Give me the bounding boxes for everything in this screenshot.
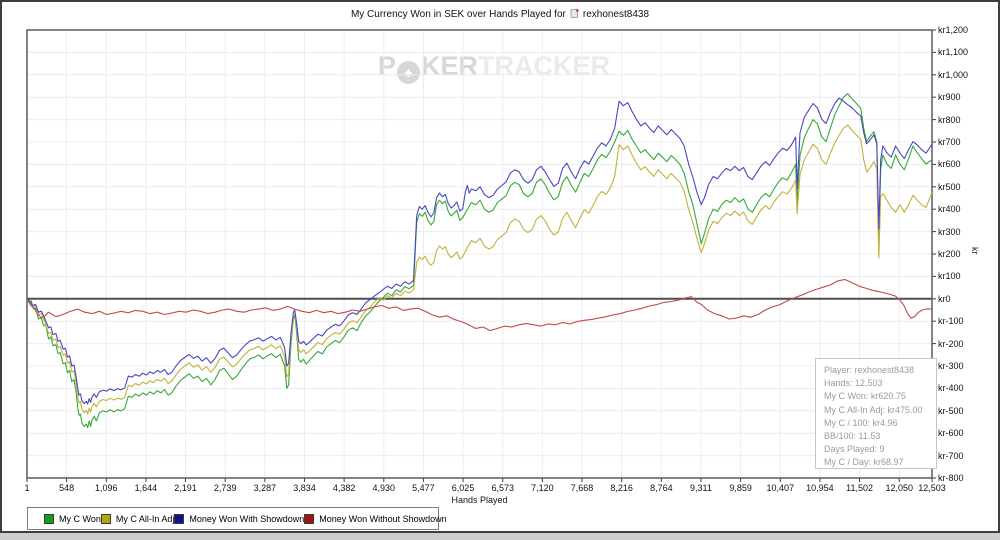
session-stats-box: Player: rexhonest8438 Hands: 12,503 My C… bbox=[815, 358, 937, 469]
x-tick-label: 2,739 bbox=[214, 483, 237, 493]
x-tick-label: 8,216 bbox=[610, 483, 633, 493]
stat-hands: Hands: 12,503 bbox=[824, 377, 936, 390]
x-tick-label: 1 bbox=[24, 483, 29, 493]
series-line-money-won-without-showdown bbox=[27, 280, 932, 331]
x-tick-label: 1,096 bbox=[95, 483, 118, 493]
x-tick-label: 2,191 bbox=[174, 483, 197, 493]
y-tick-label: kr800 bbox=[938, 115, 961, 125]
x-tick-label: 12,050 bbox=[885, 483, 913, 493]
x-tick-label: 6,025 bbox=[452, 483, 475, 493]
x-tick-label: 7,120 bbox=[531, 483, 554, 493]
legend-label: My C All-In Adj bbox=[116, 514, 175, 524]
x-tick-label: 12,503 bbox=[918, 483, 946, 493]
my-c-won-swatch bbox=[44, 514, 54, 524]
y-tick-label: kr900 bbox=[938, 92, 961, 102]
y-tick-label: kr700 bbox=[938, 137, 961, 147]
all-in-adj-swatch bbox=[101, 514, 111, 524]
stat-my-c-per-100: My C / 100: kr4.96 bbox=[824, 417, 936, 430]
y-tick-label: kr-800 bbox=[938, 473, 964, 483]
x-tick-label: 1,644 bbox=[135, 483, 158, 493]
x-tick-label: 6,573 bbox=[491, 483, 514, 493]
graph-window: My Currency Won in SEK over Hands Played… bbox=[0, 0, 1000, 533]
legend-label: My C Won bbox=[59, 514, 101, 524]
stat-my-c-per-day: My C / Day: kr68.97 bbox=[824, 456, 936, 469]
y-tick-label: kr-200 bbox=[938, 339, 964, 349]
y-tick-label: kr300 bbox=[938, 227, 961, 237]
x-tick-label: 10,954 bbox=[806, 483, 834, 493]
x-tick-label: 11,502 bbox=[846, 483, 873, 493]
stat-my-c-won: My C Won: kr620.75 bbox=[824, 390, 936, 403]
x-tick-label: 4,930 bbox=[373, 483, 396, 493]
stat-days-played: Days Played: 9 bbox=[824, 443, 936, 456]
x-tick-label: 5,477 bbox=[412, 483, 435, 493]
stat-bb-per-100: BB/100: 11.53 bbox=[824, 430, 936, 443]
chart-legend: My C Won My C All-In Adj Money Won With … bbox=[27, 507, 439, 530]
x-axis-title: Hands Played bbox=[27, 495, 932, 505]
x-tick-label: 8,764 bbox=[650, 483, 673, 493]
y-axis-title: kr bbox=[970, 247, 980, 255]
x-tick-label: 9,859 bbox=[729, 483, 752, 493]
x-tick-label: 548 bbox=[59, 483, 74, 493]
y-tick-label: kr-100 bbox=[938, 316, 964, 326]
stat-all-in-adj: My C All-In Adj: kr475.00 bbox=[824, 404, 936, 417]
y-tick-label: kr1,200 bbox=[938, 25, 968, 35]
x-tick-label: 3,834 bbox=[293, 483, 316, 493]
y-tick-label: kr-400 bbox=[938, 383, 964, 393]
y-tick-label: kr-700 bbox=[938, 451, 964, 461]
y-tick-label: kr1,000 bbox=[938, 70, 968, 80]
y-tick-label: kr-300 bbox=[938, 361, 964, 371]
legend-label: Money Won With Showdown bbox=[189, 514, 304, 524]
without-showdown-swatch bbox=[304, 514, 314, 524]
y-tick-label: kr100 bbox=[938, 271, 961, 281]
legend-item-with-showdown[interactable]: Money Won With Showdown bbox=[174, 514, 304, 524]
y-tick-label: kr1,100 bbox=[938, 47, 968, 57]
x-tick-label: 7,668 bbox=[571, 483, 594, 493]
legend-label: Money Won Without Showdown bbox=[319, 514, 446, 524]
x-tick-label: 3,287 bbox=[254, 483, 277, 493]
y-tick-label: kr0 bbox=[938, 294, 951, 304]
y-tick-label: kr-600 bbox=[938, 428, 964, 438]
series-line-money-won-with-showdown bbox=[27, 98, 932, 404]
stat-player: Player: rexhonest8438 bbox=[824, 364, 936, 377]
x-tick-label: 10,407 bbox=[767, 483, 795, 493]
with-showdown-swatch bbox=[174, 514, 184, 524]
y-tick-label: kr200 bbox=[938, 249, 961, 259]
x-tick-label: 9,311 bbox=[690, 483, 712, 493]
y-tick-label: kr500 bbox=[938, 182, 961, 192]
legend-item-without-showdown[interactable]: Money Won Without Showdown bbox=[304, 514, 446, 524]
y-tick-label: kr600 bbox=[938, 159, 961, 169]
y-tick-label: kr-500 bbox=[938, 406, 964, 416]
legend-item-my-c-won[interactable]: My C Won bbox=[44, 514, 101, 524]
x-tick-label: 4,382 bbox=[333, 483, 356, 493]
y-tick-label: kr400 bbox=[938, 204, 961, 214]
legend-item-all-in-adj[interactable]: My C All-In Adj bbox=[101, 514, 175, 524]
